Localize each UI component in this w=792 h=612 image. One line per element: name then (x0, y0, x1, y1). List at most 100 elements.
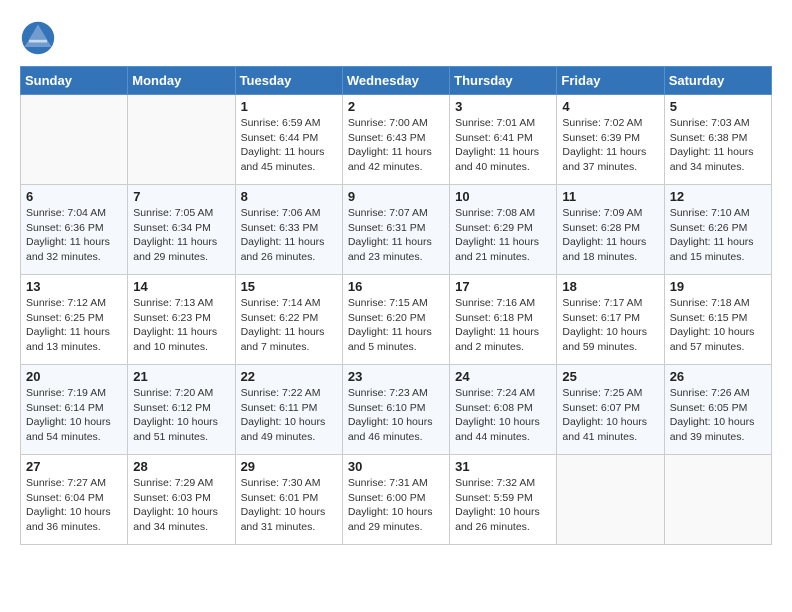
calendar-cell (128, 95, 235, 185)
day-number: 19 (670, 279, 766, 294)
calendar-cell: 22 Sunrise: 7:22 AM Sunset: 6:11 PM Dayli… (235, 365, 342, 455)
calendar-cell: 19 Sunrise: 7:18 AM Sunset: 6:15 PM Dayli… (664, 275, 771, 365)
calendar-cell: 3 Sunrise: 7:01 AM Sunset: 6:41 PM Daylig… (450, 95, 557, 185)
day-number: 24 (455, 369, 551, 384)
calendar-cell: 23 Sunrise: 7:23 AM Sunset: 6:10 PM Dayli… (342, 365, 449, 455)
day-info: Sunrise: 7:19 AM Sunset: 6:14 PM Dayligh… (26, 386, 122, 445)
day-number: 28 (133, 459, 229, 474)
day-number: 31 (455, 459, 551, 474)
day-info: Sunrise: 7:15 AM Sunset: 6:20 PM Dayligh… (348, 296, 444, 355)
day-number: 8 (241, 189, 337, 204)
calendar-week-1: 1 Sunrise: 6:59 AM Sunset: 6:44 PM Daylig… (21, 95, 772, 185)
calendar-week-5: 27 Sunrise: 7:27 AM Sunset: 6:04 PM Dayli… (21, 455, 772, 545)
day-info: Sunrise: 7:04 AM Sunset: 6:36 PM Dayligh… (26, 206, 122, 265)
calendar-cell: 31 Sunrise: 7:32 AM Sunset: 5:59 PM Dayli… (450, 455, 557, 545)
calendar-week-4: 20 Sunrise: 7:19 AM Sunset: 6:14 PM Dayli… (21, 365, 772, 455)
day-info: Sunrise: 7:17 AM Sunset: 6:17 PM Dayligh… (562, 296, 658, 355)
day-info: Sunrise: 7:07 AM Sunset: 6:31 PM Dayligh… (348, 206, 444, 265)
calendar-cell: 18Sunrise: 7:17 AM Sunset: 6:17 PM Dayli… (557, 275, 664, 365)
calendar-week-2: 6 Sunrise: 7:04 AM Sunset: 6:36 PM Daylig… (21, 185, 772, 275)
day-number: 21 (133, 369, 229, 384)
calendar-cell: 10Sunrise: 7:08 AM Sunset: 6:29 PM Dayli… (450, 185, 557, 275)
day-info: Sunrise: 7:06 AM Sunset: 6:33 PM Dayligh… (241, 206, 337, 265)
weekday-header-tuesday: Tuesday (235, 67, 342, 95)
day-info: Sunrise: 7:31 AM Sunset: 6:00 PM Dayligh… (348, 476, 444, 535)
calendar-cell: 14Sunrise: 7:13 AM Sunset: 6:23 PM Dayli… (128, 275, 235, 365)
day-number: 27 (26, 459, 122, 474)
calendar-cell: 9 Sunrise: 7:07 AM Sunset: 6:31 PM Daylig… (342, 185, 449, 275)
day-info: Sunrise: 7:09 AM Sunset: 6:28 PM Dayligh… (562, 206, 658, 265)
day-number: 1 (241, 99, 337, 114)
calendar-cell: 28 Sunrise: 7:29 AM Sunset: 6:03 PM Dayli… (128, 455, 235, 545)
day-number: 11 (562, 189, 658, 204)
weekday-header-row: SundayMondayTuesdayWednesdayThursdayFrid… (21, 67, 772, 95)
calendar-cell: 25Sunrise: 7:25 AM Sunset: 6:07 PM Dayli… (557, 365, 664, 455)
day-info: Sunrise: 7:16 AM Sunset: 6:18 PM Dayligh… (455, 296, 551, 355)
day-number: 15 (241, 279, 337, 294)
day-info: Sunrise: 7:22 AM Sunset: 6:11 PM Dayligh… (241, 386, 337, 445)
calendar-cell: 13Sunrise: 7:12 AM Sunset: 6:25 PM Dayli… (21, 275, 128, 365)
calendar-cell: 5Sunrise: 7:03 AM Sunset: 6:38 PM Daylig… (664, 95, 771, 185)
day-number: 22 (241, 369, 337, 384)
page-header (20, 20, 772, 56)
day-number: 3 (455, 99, 551, 114)
calendar-cell: 2 Sunrise: 7:00 AM Sunset: 6:43 PM Daylig… (342, 95, 449, 185)
calendar-cell: 16 Sunrise: 7:15 AM Sunset: 6:20 PM Dayli… (342, 275, 449, 365)
day-info: Sunrise: 7:00 AM Sunset: 6:43 PM Dayligh… (348, 116, 444, 175)
day-number: 23 (348, 369, 444, 384)
weekday-header-sunday: Sunday (21, 67, 128, 95)
calendar-cell: 27 Sunrise: 7:27 AM Sunset: 6:04 PM Dayli… (21, 455, 128, 545)
day-number: 29 (241, 459, 337, 474)
calendar-table: SundayMondayTuesdayWednesdayThursdayFrid… (20, 66, 772, 545)
day-info: Sunrise: 7:05 AM Sunset: 6:34 PM Dayligh… (133, 206, 229, 265)
day-info: Sunrise: 7:01 AM Sunset: 6:41 PM Dayligh… (455, 116, 551, 175)
day-number: 6 (26, 189, 122, 204)
calendar-header: SundayMondayTuesdayWednesdayThursdayFrid… (21, 67, 772, 95)
day-info: Sunrise: 7:14 AM Sunset: 6:22 PM Dayligh… (241, 296, 337, 355)
day-number: 26 (670, 369, 766, 384)
day-info: Sunrise: 7:23 AM Sunset: 6:10 PM Dayligh… (348, 386, 444, 445)
calendar-cell (21, 95, 128, 185)
day-number: 5 (670, 99, 766, 114)
weekday-header-friday: Friday (557, 67, 664, 95)
day-info: Sunrise: 7:02 AM Sunset: 6:39 PM Dayligh… (562, 116, 658, 175)
day-info: Sunrise: 6:59 AM Sunset: 6:44 PM Dayligh… (241, 116, 337, 175)
logo (20, 20, 60, 56)
weekday-header-saturday: Saturday (664, 67, 771, 95)
calendar-cell: 21 Sunrise: 7:20 AM Sunset: 6:12 PM Dayli… (128, 365, 235, 455)
day-info: Sunrise: 7:20 AM Sunset: 6:12 PM Dayligh… (133, 386, 229, 445)
calendar-cell: 17Sunrise: 7:16 AM Sunset: 6:18 PM Dayli… (450, 275, 557, 365)
calendar-cell: 29 Sunrise: 7:30 AM Sunset: 6:01 PM Dayli… (235, 455, 342, 545)
day-number: 13 (26, 279, 122, 294)
day-info: Sunrise: 7:29 AM Sunset: 6:03 PM Dayligh… (133, 476, 229, 535)
calendar-cell: 7Sunrise: 7:05 AM Sunset: 6:34 PM Daylig… (128, 185, 235, 275)
calendar-cell: 12Sunrise: 7:10 AM Sunset: 6:26 PM Dayli… (664, 185, 771, 275)
calendar-cell (557, 455, 664, 545)
day-number: 16 (348, 279, 444, 294)
day-number: 4 (562, 99, 658, 114)
day-info: Sunrise: 7:30 AM Sunset: 6:01 PM Dayligh… (241, 476, 337, 535)
day-number: 9 (348, 189, 444, 204)
day-number: 10 (455, 189, 551, 204)
day-info: Sunrise: 7:27 AM Sunset: 6:04 PM Dayligh… (26, 476, 122, 535)
day-number: 30 (348, 459, 444, 474)
day-number: 20 (26, 369, 122, 384)
day-number: 2 (348, 99, 444, 114)
day-info: Sunrise: 7:10 AM Sunset: 6:26 PM Dayligh… (670, 206, 766, 265)
calendar-cell: 15 Sunrise: 7:14 AM Sunset: 6:22 PM Dayli… (235, 275, 342, 365)
day-info: Sunrise: 7:18 AM Sunset: 6:15 PM Dayligh… (670, 296, 766, 355)
day-info: Sunrise: 7:32 AM Sunset: 5:59 PM Dayligh… (455, 476, 551, 535)
weekday-header-thursday: Thursday (450, 67, 557, 95)
weekday-header-monday: Monday (128, 67, 235, 95)
calendar-cell (664, 455, 771, 545)
calendar-cell: 24Sunrise: 7:24 AM Sunset: 6:08 PM Dayli… (450, 365, 557, 455)
calendar-week-3: 13Sunrise: 7:12 AM Sunset: 6:25 PM Dayli… (21, 275, 772, 365)
calendar-body: 1 Sunrise: 6:59 AM Sunset: 6:44 PM Daylig… (21, 95, 772, 545)
logo-icon (20, 20, 56, 56)
calendar-cell: 11 Sunrise: 7:09 AM Sunset: 6:28 PM Dayli… (557, 185, 664, 275)
day-info: Sunrise: 7:13 AM Sunset: 6:23 PM Dayligh… (133, 296, 229, 355)
calendar-cell: 6 Sunrise: 7:04 AM Sunset: 6:36 PM Daylig… (21, 185, 128, 275)
calendar-cell: 8 Sunrise: 7:06 AM Sunset: 6:33 PM Daylig… (235, 185, 342, 275)
calendar-cell: 4 Sunrise: 7:02 AM Sunset: 6:39 PM Daylig… (557, 95, 664, 185)
calendar-cell: 26Sunrise: 7:26 AM Sunset: 6:05 PM Dayli… (664, 365, 771, 455)
